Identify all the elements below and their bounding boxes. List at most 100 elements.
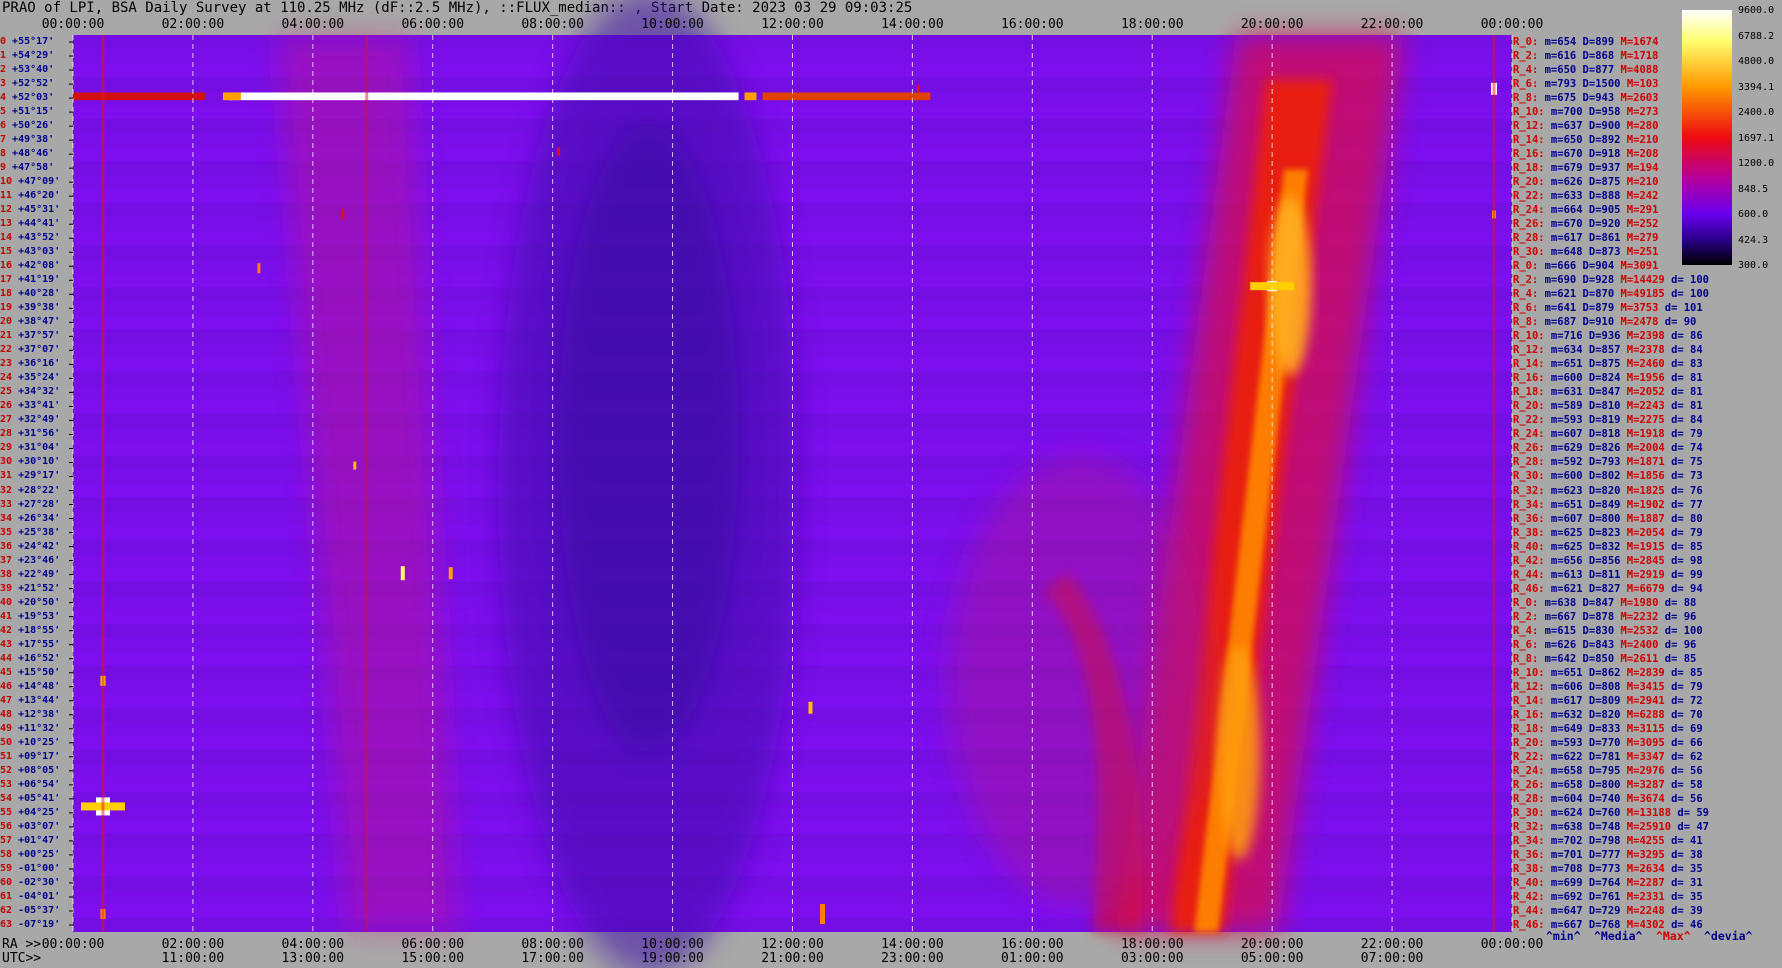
stat-field: M=251 [1620, 246, 1659, 259]
stat-field: D=873 [1582, 246, 1621, 259]
row-index: 50 [0, 736, 13, 748]
stat-field: d= 94 [1664, 582, 1703, 595]
declination-value: +49°38' [6, 134, 55, 146]
stat-field: m=616 [1538, 50, 1577, 63]
declination-value: +37°57' [12, 330, 61, 342]
stat-field: m=650 [1538, 64, 1577, 77]
stat-field: R_2: [1513, 50, 1539, 63]
stat-row: R_22: m=622 D=781 M=3347 d= 62 [1513, 751, 1703, 763]
stat-field: R_28: [1513, 456, 1545, 469]
stat-field: R_10: [1513, 666, 1545, 679]
declination-label: 6 +50°26' [0, 120, 54, 132]
stat-field: R_28: [1513, 232, 1545, 245]
stat-field: d= 100 [1664, 274, 1710, 287]
stat-field: R_28: [1513, 792, 1545, 805]
stat-field: d= 83 [1664, 358, 1703, 371]
stat-row: R_28: m=604 D=740 M=3674 d= 56 [1513, 793, 1703, 805]
row-index: 57 [0, 834, 13, 846]
stat-field: M=1718 [1614, 50, 1659, 63]
stat-field: d= 90 [1658, 316, 1697, 329]
stat-field: R_8: [1513, 92, 1539, 105]
stat-field: M=3287 [1620, 778, 1665, 791]
declination-label: 40 +20°50' [0, 597, 60, 609]
stat-row: R_16: m=632 D=820 M=6288 d= 70 [1513, 709, 1703, 721]
stat-row: R_30: m=600 D=802 M=1856 d= 73 [1513, 470, 1703, 482]
declination-value: +32°49' [12, 414, 61, 426]
stat-field: m=670 [1544, 148, 1583, 161]
stat-row: R_10: m=700 D=958 M=273 [1513, 106, 1658, 118]
declination-value: +51°15' [6, 106, 55, 118]
stat-row: R_2: m=616 D=868 M=1718 [1513, 50, 1658, 62]
stat-field: m=651 [1544, 358, 1583, 371]
stat-field: R_26: [1513, 442, 1545, 455]
stat-field: d= 59 [1671, 806, 1709, 819]
declination-label: 19 +39°38' [0, 302, 60, 314]
stat-field: R_4: [1513, 624, 1539, 637]
stat-field: m=607 [1544, 428, 1583, 441]
stat-field: M=2400 [1614, 638, 1659, 651]
stat-field: M=49185 [1614, 288, 1665, 301]
stat-field: R_18: [1513, 722, 1545, 735]
stat-field: R_4: [1513, 64, 1539, 77]
stat-field: D=928 [1576, 274, 1615, 287]
interference-streak [762, 92, 931, 101]
stat-row: R_18: m=679 D=937 M=194 [1513, 162, 1658, 174]
declination-value: +03°07' [12, 820, 61, 832]
stat-row: R_20: m=626 D=875 M=210 [1513, 176, 1658, 188]
stat-field: m=623 [1544, 484, 1583, 497]
stat-field: D=819 [1582, 414, 1621, 427]
colorbar-tick: 424.3 [1738, 234, 1769, 246]
row-index: 12 [0, 204, 13, 216]
stat-row: R_0: m=654 D=899 M=1674 [1513, 36, 1658, 48]
stat-field: R_40: [1513, 540, 1545, 553]
stat-row: R_4: m=650 D=877 M=4088 [1513, 64, 1658, 76]
stat-field: D=875 [1582, 358, 1621, 371]
stat-row: R_30: m=624 D=760 M=13188 d= 59 [1513, 807, 1709, 819]
declination-label: 38 +22°49' [0, 569, 60, 581]
stat-field: d= 76 [1664, 484, 1703, 497]
stat-field: M=2845 [1620, 554, 1665, 567]
stat-field: M=2611 [1614, 652, 1659, 665]
declination-value: +09°17' [12, 750, 61, 762]
stat-row: R_2: m=667 D=878 M=2232 d= 96 [1513, 611, 1696, 623]
stat-field: d= 77 [1664, 498, 1703, 511]
row-index: 29 [0, 442, 13, 454]
stat-row: R_14: m=617 D=809 M=2941 d= 72 [1513, 695, 1703, 707]
utc-axis-label: UTC>> [2, 951, 42, 966]
declination-label: 31 +29°17' [0, 470, 60, 482]
stat-row: R_46: m=621 D=827 M=6679 d= 94 [1513, 583, 1703, 595]
stat-field: M=291 [1620, 204, 1659, 217]
stat-field: m=592 [1544, 456, 1583, 469]
ra-tick-bottom: 00:00:00 [1480, 937, 1544, 952]
stat-field: m=650 [1544, 134, 1583, 147]
row-index: 38 [0, 568, 13, 580]
declination-value: +47°09' [12, 176, 61, 188]
stat-field: D=856 [1582, 554, 1621, 567]
row-index: 17 [0, 274, 13, 286]
stat-field: D=849 [1582, 498, 1621, 511]
stat-field: m=700 [1544, 106, 1583, 119]
stat-field: R_6: [1513, 302, 1539, 315]
stat-row: R_38: m=625 D=823 M=2054 d= 79 [1513, 527, 1703, 539]
point-source [808, 701, 813, 714]
stat-field: d= 70 [1664, 708, 1703, 721]
declination-value: +05°41' [12, 792, 61, 804]
stat-field: m=793 [1538, 78, 1577, 91]
utc-tick-bottom: 03:00:00 [1120, 951, 1184, 966]
declination-value: +41°19' [12, 274, 61, 286]
stat-field: d= 96 [1658, 638, 1697, 651]
stat-field: D=943 [1576, 92, 1615, 105]
declination-label: 10 +47°09' [0, 176, 60, 188]
stat-field: m=632 [1544, 708, 1583, 721]
declination-value: +48°46' [6, 148, 55, 160]
stat-field: d= 101 [1658, 302, 1703, 315]
ra-tick-bottom: 14:00:00 [881, 937, 944, 952]
stat-field: d= 79 [1664, 428, 1703, 441]
colorbar-tick: 6788.2 [1738, 30, 1775, 42]
stat-row: R_28: m=592 D=793 M=1871 d= 75 [1513, 456, 1703, 468]
stat-field: M=3753 [1614, 302, 1659, 315]
declination-value: +50°26' [6, 120, 55, 132]
row-index: 18 [0, 288, 13, 300]
stat-field: D=729 [1582, 904, 1621, 917]
row-index: 59 [0, 862, 13, 874]
